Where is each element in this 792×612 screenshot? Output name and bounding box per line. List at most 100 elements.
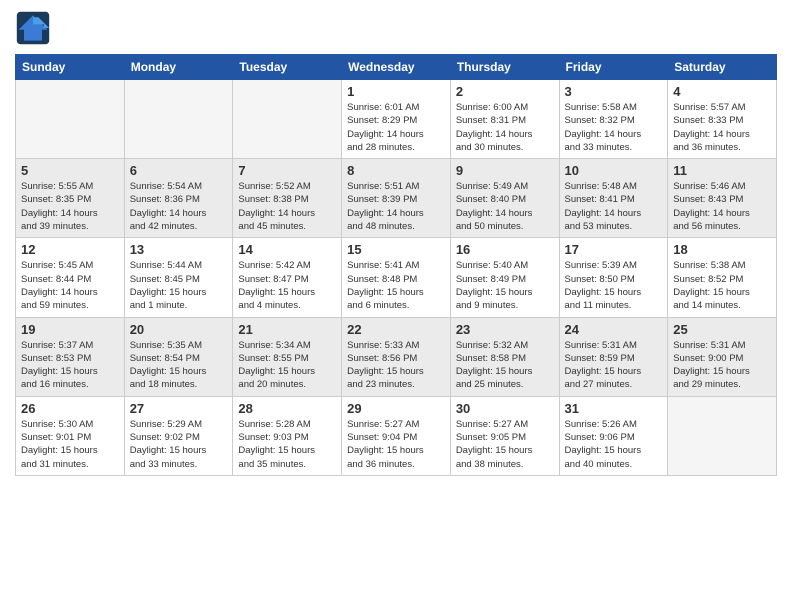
day-number: 15 xyxy=(347,242,445,257)
day-info: Sunrise: 5:55 AM Sunset: 8:35 PM Dayligh… xyxy=(21,180,119,233)
calendar-cell: 9Sunrise: 5:49 AM Sunset: 8:40 PM Daylig… xyxy=(450,159,559,238)
day-number: 20 xyxy=(130,322,228,337)
day-number: 31 xyxy=(565,401,663,416)
day-number: 29 xyxy=(347,401,445,416)
day-info: Sunrise: 5:38 AM Sunset: 8:52 PM Dayligh… xyxy=(673,259,771,312)
calendar-cell: 2 Sunrise: 6:00 AM Sunset: 8:31 PM Daylig… xyxy=(450,80,559,159)
day-info: Sunrise: 5:42 AM Sunset: 8:47 PM Dayligh… xyxy=(238,259,336,312)
weekday-header-tuesday: Tuesday xyxy=(233,55,342,80)
week-row-5: 26Sunrise: 5:30 AM Sunset: 9:01 PM Dayli… xyxy=(16,396,777,475)
day-number: 8 xyxy=(347,163,445,178)
weekday-header-thursday: Thursday xyxy=(450,55,559,80)
calendar-cell: 31 Sunrise: 5:26 AM Sunset: 9:06 PM Dayli… xyxy=(559,396,668,475)
calendar-cell: 27 Sunrise: 5:29 AM Sunset: 9:02 PM Dayli… xyxy=(124,396,233,475)
calendar-cell: 19 Sunrise: 5:37 AM Sunset: 8:53 PM Dayli… xyxy=(16,317,125,396)
weekday-header-saturday: Saturday xyxy=(668,55,777,80)
logo-icon xyxy=(15,10,51,46)
day-info: Sunrise: 5:31 AM Sunset: 8:59 PM Dayligh… xyxy=(565,339,663,392)
day-number: 16 xyxy=(456,242,554,257)
week-row-3: 12 Sunrise: 5:45 AM Sunset: 8:44 PM Dayli… xyxy=(16,238,777,317)
calendar-cell: 23 Sunrise: 5:32 AM Sunset: 8:58 PM Dayli… xyxy=(450,317,559,396)
day-info: Sunrise: 5:51 AM Sunset: 8:39 PM Dayligh… xyxy=(347,180,445,233)
day-info: Sunrise: 5:31 AM Sunset: 9:00 PM Dayligh… xyxy=(673,339,771,392)
day-number: 13 xyxy=(130,242,228,257)
calendar-cell: 22 Sunrise: 5:33 AM Sunset: 8:56 PM Dayli… xyxy=(342,317,451,396)
day-info: Sunrise: 5:39 AM Sunset: 8:50 PM Dayligh… xyxy=(565,259,663,312)
calendar-cell: 16 Sunrise: 5:40 AM Sunset: 8:49 PM Dayli… xyxy=(450,238,559,317)
calendar-cell xyxy=(16,80,125,159)
week-row-2: 5 Sunrise: 5:55 AM Sunset: 8:35 PM Daylig… xyxy=(16,159,777,238)
day-number: 23 xyxy=(456,322,554,337)
day-info: Sunrise: 5:44 AM Sunset: 8:45 PM Dayligh… xyxy=(130,259,228,312)
day-info: Sunrise: 5:27 AM Sunset: 9:04 PM Dayligh… xyxy=(347,418,445,471)
day-info: Sunrise: 5:52 AM Sunset: 8:38 PM Dayligh… xyxy=(238,180,336,233)
day-number: 2 xyxy=(456,84,554,99)
day-info: Sunrise: 5:48 AM Sunset: 8:41 PM Dayligh… xyxy=(565,180,663,233)
calendar-cell: 1 Sunrise: 6:01 AM Sunset: 8:29 PM Daylig… xyxy=(342,80,451,159)
day-number: 24 xyxy=(565,322,663,337)
day-number: 18 xyxy=(673,242,771,257)
day-number: 6 xyxy=(130,163,228,178)
calendar-cell xyxy=(124,80,233,159)
calendar-cell: 15 Sunrise: 5:41 AM Sunset: 8:48 PM Dayli… xyxy=(342,238,451,317)
calendar-cell: 25Sunrise: 5:31 AM Sunset: 9:00 PM Dayli… xyxy=(668,317,777,396)
day-info: Sunrise: 5:45 AM Sunset: 8:44 PM Dayligh… xyxy=(21,259,119,312)
day-info: Sunrise: 5:37 AM Sunset: 8:53 PM Dayligh… xyxy=(21,339,119,392)
day-info: Sunrise: 5:34 AM Sunset: 8:55 PM Dayligh… xyxy=(238,339,336,392)
day-info: Sunrise: 5:57 AM Sunset: 8:33 PM Dayligh… xyxy=(673,101,771,154)
day-number: 17 xyxy=(565,242,663,257)
day-info: Sunrise: 5:35 AM Sunset: 8:54 PM Dayligh… xyxy=(130,339,228,392)
logo-area xyxy=(15,10,55,46)
calendar-cell: 24 Sunrise: 5:31 AM Sunset: 8:59 PM Dayli… xyxy=(559,317,668,396)
calendar-cell: 11 Sunrise: 5:46 AM Sunset: 8:43 PM Dayli… xyxy=(668,159,777,238)
calendar-cell: 12 Sunrise: 5:45 AM Sunset: 8:44 PM Dayli… xyxy=(16,238,125,317)
day-number: 1 xyxy=(347,84,445,99)
day-number: 7 xyxy=(238,163,336,178)
day-number: 3 xyxy=(565,84,663,99)
day-info: Sunrise: 5:46 AM Sunset: 8:43 PM Dayligh… xyxy=(673,180,771,233)
day-number: 12 xyxy=(21,242,119,257)
weekday-header-row: SundayMondayTuesdayWednesdayThursdayFrid… xyxy=(16,55,777,80)
calendar-cell: 28Sunrise: 5:28 AM Sunset: 9:03 PM Dayli… xyxy=(233,396,342,475)
calendar-cell: 4Sunrise: 5:57 AM Sunset: 8:33 PM Daylig… xyxy=(668,80,777,159)
calendar-cell: 21 Sunrise: 5:34 AM Sunset: 8:55 PM Dayli… xyxy=(233,317,342,396)
day-info: Sunrise: 5:30 AM Sunset: 9:01 PM Dayligh… xyxy=(21,418,119,471)
weekday-header-monday: Monday xyxy=(124,55,233,80)
calendar-cell: 29 Sunrise: 5:27 AM Sunset: 9:04 PM Dayli… xyxy=(342,396,451,475)
day-info: Sunrise: 5:29 AM Sunset: 9:02 PM Dayligh… xyxy=(130,418,228,471)
day-info: Sunrise: 5:26 AM Sunset: 9:06 PM Dayligh… xyxy=(565,418,663,471)
calendar-cell: 6 Sunrise: 5:54 AM Sunset: 8:36 PM Daylig… xyxy=(124,159,233,238)
calendar-cell: 26Sunrise: 5:30 AM Sunset: 9:01 PM Dayli… xyxy=(16,396,125,475)
day-number: 10 xyxy=(565,163,663,178)
day-info: Sunrise: 6:01 AM Sunset: 8:29 PM Dayligh… xyxy=(347,101,445,154)
day-info: Sunrise: 5:58 AM Sunset: 8:32 PM Dayligh… xyxy=(565,101,663,154)
day-info: Sunrise: 5:40 AM Sunset: 8:49 PM Dayligh… xyxy=(456,259,554,312)
calendar-cell: 7 Sunrise: 5:52 AM Sunset: 8:38 PM Daylig… xyxy=(233,159,342,238)
calendar-cell: 3 Sunrise: 5:58 AM Sunset: 8:32 PM Daylig… xyxy=(559,80,668,159)
weekday-header-sunday: Sunday xyxy=(16,55,125,80)
day-info: Sunrise: 5:41 AM Sunset: 8:48 PM Dayligh… xyxy=(347,259,445,312)
day-info: Sunrise: 5:49 AM Sunset: 8:40 PM Dayligh… xyxy=(456,180,554,233)
day-number: 19 xyxy=(21,322,119,337)
calendar-cell: 14Sunrise: 5:42 AM Sunset: 8:47 PM Dayli… xyxy=(233,238,342,317)
weekday-header-wednesday: Wednesday xyxy=(342,55,451,80)
day-number: 21 xyxy=(238,322,336,337)
day-number: 27 xyxy=(130,401,228,416)
week-row-4: 19 Sunrise: 5:37 AM Sunset: 8:53 PM Dayli… xyxy=(16,317,777,396)
day-info: Sunrise: 5:32 AM Sunset: 8:58 PM Dayligh… xyxy=(456,339,554,392)
day-info: Sunrise: 5:54 AM Sunset: 8:36 PM Dayligh… xyxy=(130,180,228,233)
day-info: Sunrise: 5:33 AM Sunset: 8:56 PM Dayligh… xyxy=(347,339,445,392)
calendar-cell xyxy=(233,80,342,159)
day-number: 5 xyxy=(21,163,119,178)
calendar-cell: 8 Sunrise: 5:51 AM Sunset: 8:39 PM Daylig… xyxy=(342,159,451,238)
calendar-cell: 5 Sunrise: 5:55 AM Sunset: 8:35 PM Daylig… xyxy=(16,159,125,238)
day-info: Sunrise: 6:00 AM Sunset: 8:31 PM Dayligh… xyxy=(456,101,554,154)
day-number: 28 xyxy=(238,401,336,416)
calendar-table: SundayMondayTuesdayWednesdayThursdayFrid… xyxy=(15,54,777,476)
day-number: 22 xyxy=(347,322,445,337)
day-number: 11 xyxy=(673,163,771,178)
calendar-cell: 13 Sunrise: 5:44 AM Sunset: 8:45 PM Dayli… xyxy=(124,238,233,317)
week-row-1: 1 Sunrise: 6:01 AM Sunset: 8:29 PM Daylig… xyxy=(16,80,777,159)
calendar-cell: 18 Sunrise: 5:38 AM Sunset: 8:52 PM Dayli… xyxy=(668,238,777,317)
calendar-cell: 20 Sunrise: 5:35 AM Sunset: 8:54 PM Dayli… xyxy=(124,317,233,396)
